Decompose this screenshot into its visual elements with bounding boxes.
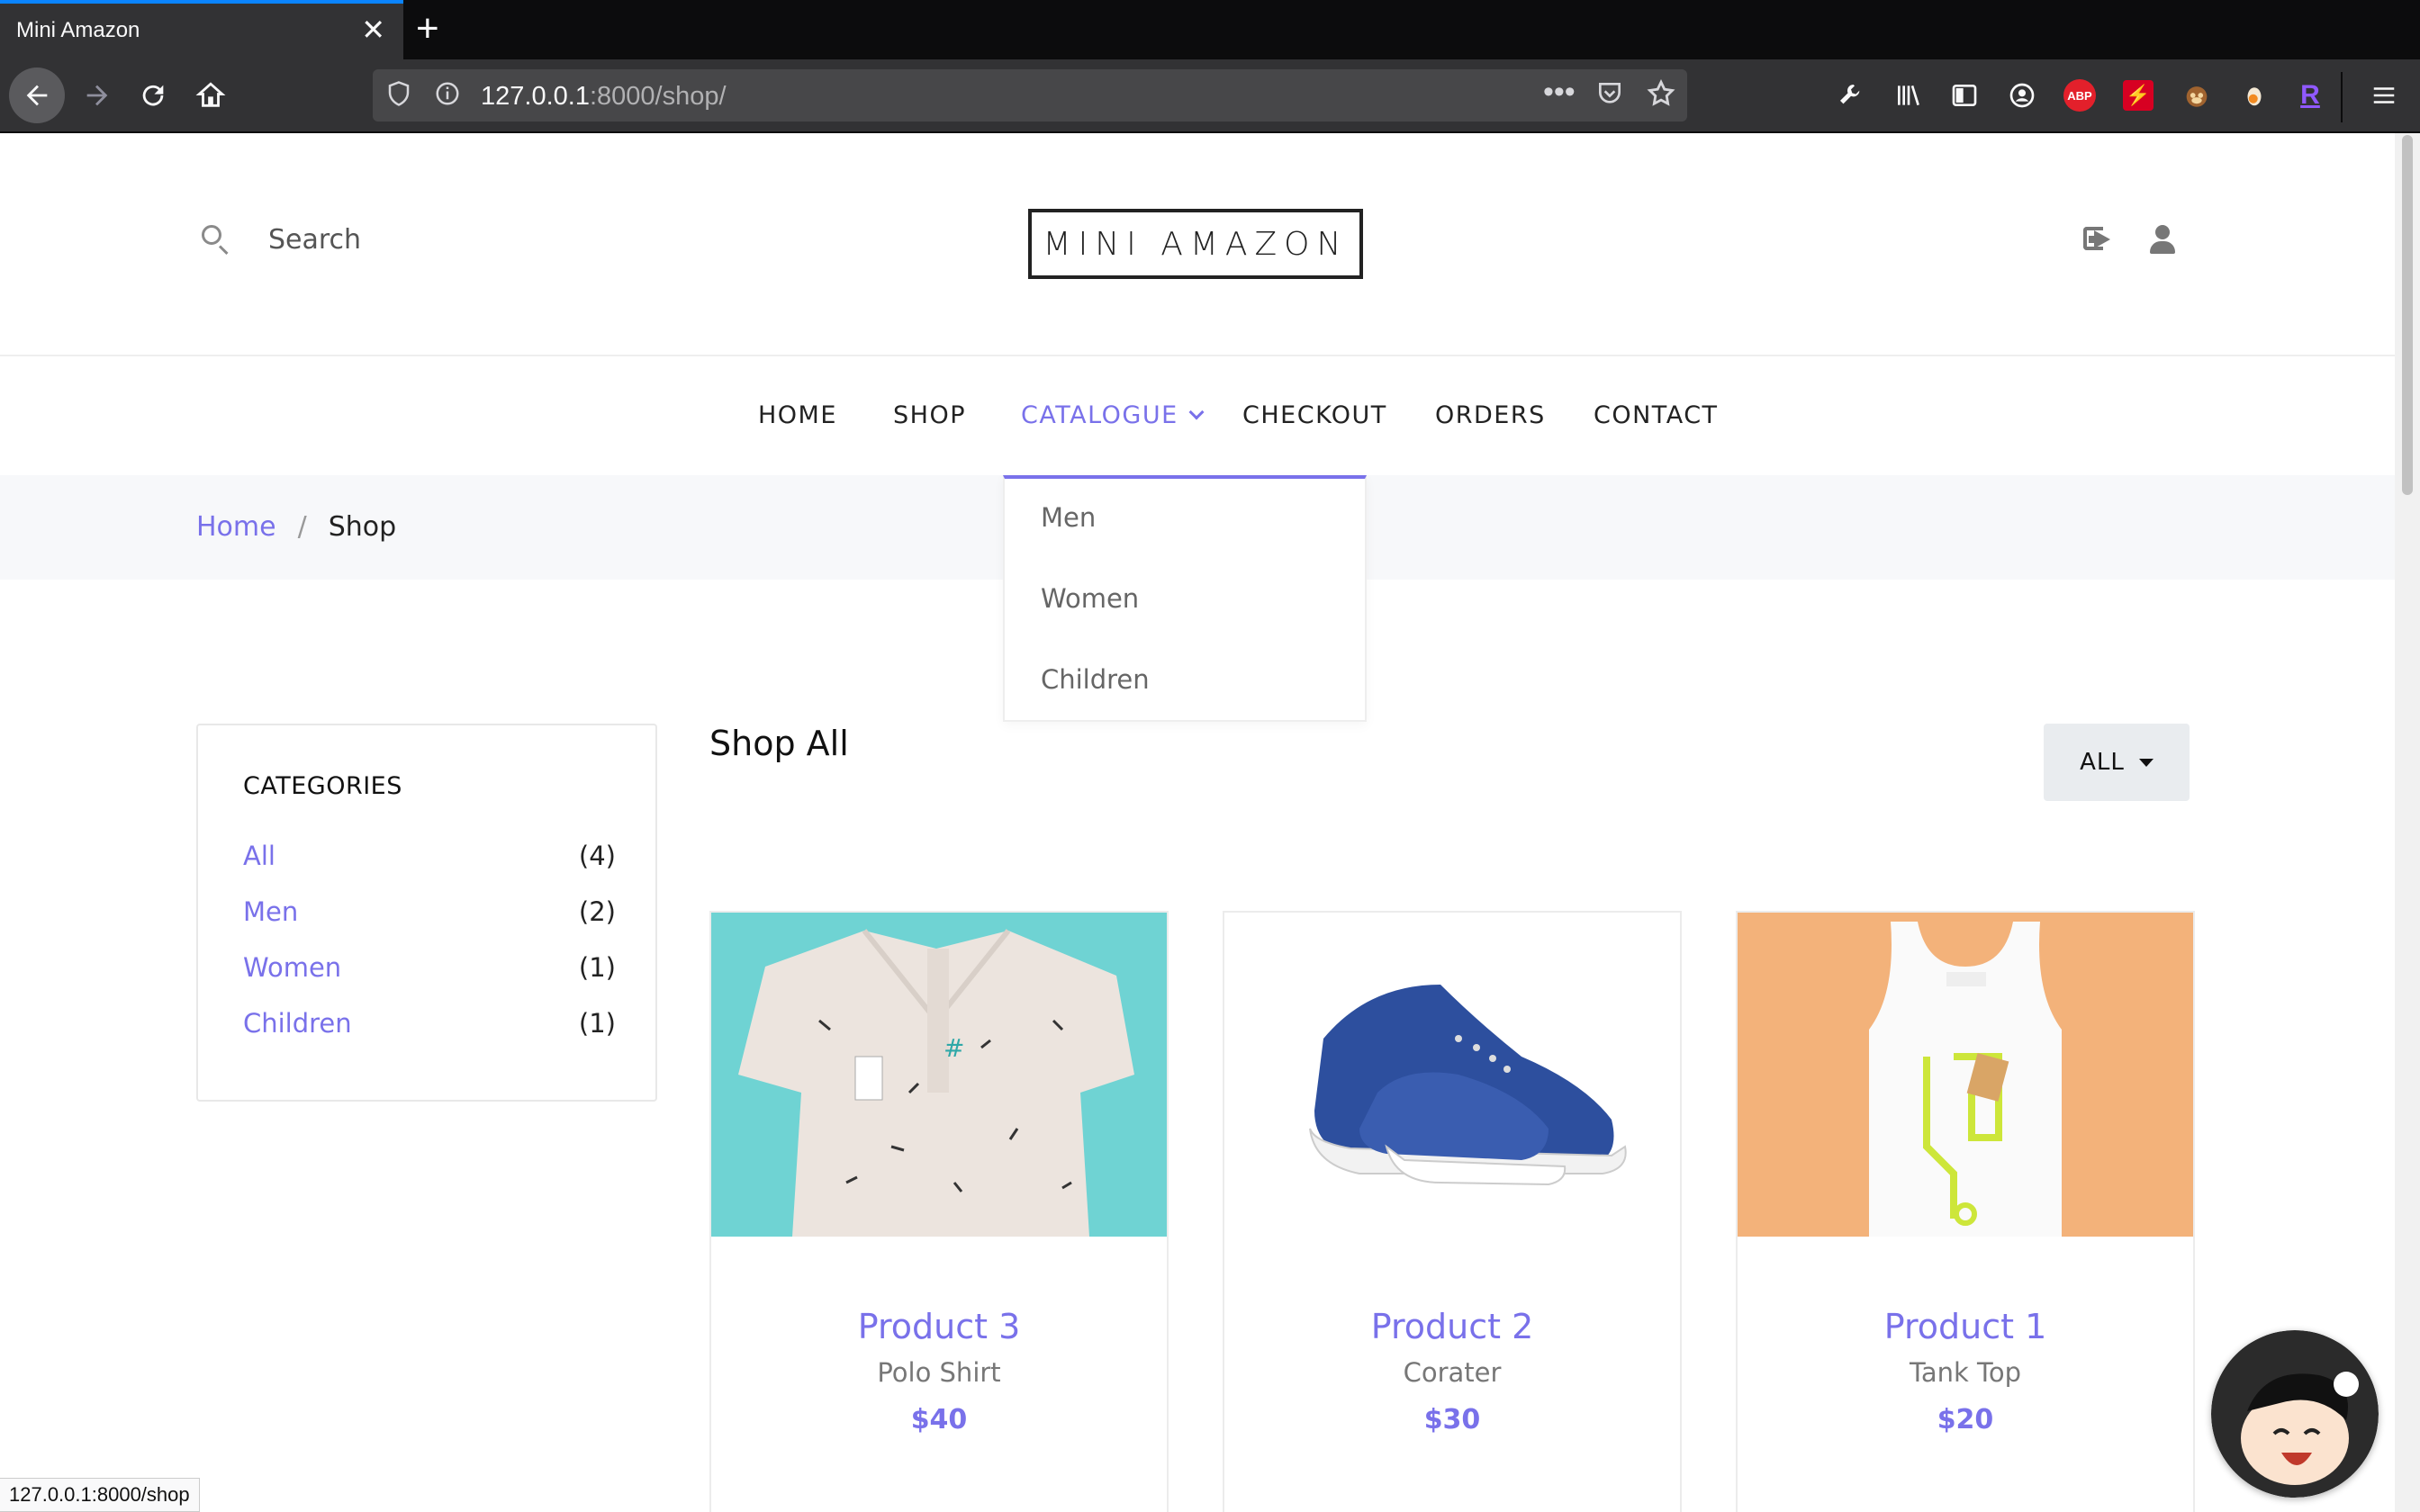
filter-dropdown-button[interactable]: ALL (2044, 724, 2190, 801)
category-row[interactable]: Women (1) (243, 952, 616, 983)
category-count: (1) (578, 952, 616, 983)
categories-title: CATEGORIES (243, 772, 402, 800)
monkey-extension-icon[interactable] (2179, 77, 2215, 113)
sneaker-image[interactable] (1224, 913, 1680, 1237)
shield-icon[interactable] (385, 78, 412, 115)
browser-toolbar: 127.0.0.1:8000/shop/ ••• ABP ⚡ R (0, 59, 2420, 133)
web-page: Search MINI AMAZON HOME SHOP CATALOGUE C… (0, 133, 2395, 1512)
shop-title: Shop All (709, 724, 849, 763)
product-card[interactable]: Product 1 Tank Top $20 (1736, 911, 2195, 1512)
product-name[interactable]: Product 1 (1738, 1307, 2193, 1346)
nav-catalogue[interactable]: CATALOGUE (1021, 401, 1205, 429)
nav-checkout[interactable]: CHECKOUT (1242, 401, 1387, 429)
category-link-all[interactable]: All (243, 841, 275, 871)
egg-extension-icon[interactable] (2236, 77, 2272, 113)
category-count: (4) (578, 841, 616, 871)
adblock-plus-icon[interactable]: ABP (2063, 79, 2096, 112)
dropdown-item-children[interactable]: Children (1041, 664, 1150, 695)
back-arrow-icon (26, 85, 48, 106)
toolbar-divider (2341, 72, 2343, 122)
scrollbar-thumb[interactable] (2402, 135, 2413, 495)
nav-orders[interactable]: ORDERS (1435, 401, 1546, 429)
category-count: (2) (578, 896, 616, 927)
breadcrumb-home-link[interactable]: Home (196, 511, 276, 543)
product-price: $40 (910, 1404, 968, 1436)
search-icon[interactable] (198, 221, 234, 257)
search-placeholder[interactable]: Search (268, 224, 361, 256)
header-divider (0, 355, 2395, 356)
category-count: (1) (578, 1008, 616, 1039)
tab-title: Mini Amazon (16, 18, 140, 42)
nav-home[interactable]: HOME (758, 401, 837, 429)
category-link-men[interactable]: Men (243, 896, 298, 927)
browser-tab[interactable]: Mini Amazon ✕ (0, 0, 403, 59)
product-price: $20 (1937, 1404, 1994, 1436)
product-name[interactable]: Product 2 (1224, 1307, 1680, 1346)
dropdown-item-women[interactable]: Women (1041, 583, 1139, 614)
caret-down-icon (2138, 758, 2154, 767)
svg-text:#: # (944, 1033, 964, 1063)
address-bar[interactable]: 127.0.0.1:8000/shop/ ••• (373, 69, 1687, 122)
product-type: Corater (1403, 1357, 1502, 1388)
dropdown-item-men[interactable]: Men (1041, 502, 1096, 533)
header-icons (2081, 221, 2181, 257)
menu-hamburger-icon[interactable] (2366, 77, 2402, 113)
browser-tab-bar: Mini Amazon ✕ + (0, 0, 2420, 59)
extension-red-icon[interactable]: ⚡ (2123, 80, 2154, 111)
categories-sidebar: CATEGORIES All (4) Men (2) Women (1) Chi… (196, 724, 657, 1102)
forward-button[interactable] (72, 70, 122, 121)
library-icon[interactable] (1891, 77, 1927, 113)
page-actions-icon[interactable]: ••• (1543, 75, 1576, 110)
filter-label: ALL (2080, 749, 2125, 776)
tab-close-icon[interactable]: ✕ (361, 14, 385, 45)
bookmark-star-icon[interactable] (1646, 78, 1676, 115)
nav-shop[interactable]: SHOP (893, 401, 966, 429)
product-type: Tank Top (1909, 1357, 2021, 1388)
site-logo[interactable]: MINI AMAZON (1028, 209, 1363, 279)
nav-contact[interactable]: CONTACT (1594, 401, 1719, 429)
breadcrumb-current: Shop (328, 511, 397, 543)
catalogue-dropdown: Men Women Children (1003, 475, 1367, 722)
page-scrollbar[interactable] (2395, 133, 2420, 1512)
site-info-icon[interactable] (434, 78, 461, 115)
nav-catalogue-label: CATALOGUE (1021, 401, 1178, 429)
breadcrumb-separator: / (297, 511, 307, 543)
forward-arrow-icon (86, 85, 108, 106)
r-extension-icon[interactable]: R (2292, 77, 2328, 113)
tank-top-image[interactable] (1738, 913, 2193, 1237)
reload-button[interactable] (128, 70, 178, 121)
category-row[interactable]: Children (1) (243, 1008, 616, 1039)
wrench-icon[interactable] (1833, 77, 1869, 113)
category-row[interactable]: Men (2) (243, 896, 616, 927)
pocket-icon[interactable] (1595, 78, 1624, 115)
sidebar-icon[interactable] (1946, 77, 1982, 113)
site-search[interactable]: Search (198, 221, 361, 257)
account-icon[interactable] (2004, 77, 2040, 113)
url-text[interactable]: 127.0.0.1:8000/shop/ (481, 82, 727, 112)
category-row[interactable]: All (4) (243, 841, 616, 871)
product-name[interactable]: Product 3 (711, 1307, 1167, 1346)
product-price: $30 (1423, 1404, 1481, 1436)
breadcrumb: Home / Shop (196, 511, 396, 543)
category-link-children[interactable]: Children (243, 1008, 352, 1039)
home-button[interactable] (185, 70, 236, 121)
category-link-women[interactable]: Women (243, 952, 341, 983)
product-type: Polo Shirt (877, 1357, 1001, 1388)
reload-icon (142, 85, 164, 106)
product-card[interactable]: Product 2 Corater $30 (1223, 911, 1682, 1512)
sign-out-icon[interactable] (2081, 221, 2118, 257)
new-tab-button[interactable]: + (416, 7, 439, 50)
polo-shirt-image[interactable]: # (711, 913, 1167, 1237)
user-icon[interactable] (2145, 221, 2181, 257)
chevron-down-icon (1188, 404, 1205, 420)
product-card[interactable]: # Product 3 Polo Shirt $40 (709, 911, 1169, 1512)
chat-avatar-mascot[interactable] (2211, 1330, 2379, 1498)
status-bar-url: 127.0.0.1:8000/shop (0, 1478, 200, 1512)
back-button[interactable] (9, 68, 65, 123)
home-icon (195, 82, 226, 107)
